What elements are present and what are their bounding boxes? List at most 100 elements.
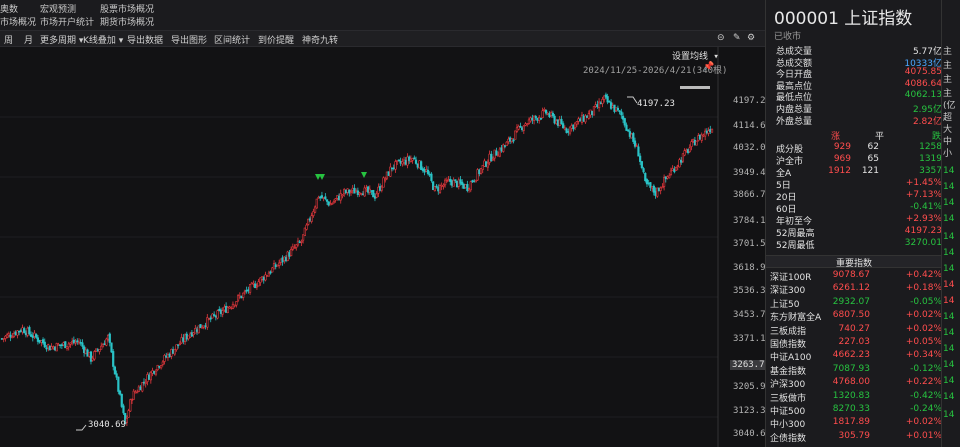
candle-body [652, 185, 655, 193]
candle-body [384, 178, 387, 181]
candle-body [651, 186, 654, 189]
candle-body [438, 185, 442, 193]
toolbar-item[interactable]: 导出图形 [171, 33, 207, 46]
candle-body [666, 176, 669, 179]
candle-body [503, 145, 507, 147]
candle-body [515, 127, 519, 132]
index-name: 三板做市 [770, 393, 807, 404]
collapse-icon[interactable]: ⊝ [717, 33, 725, 43]
toolbar-item[interactable]: 区间统计 [214, 33, 250, 46]
candle-body [698, 134, 702, 140]
candle-body [279, 258, 282, 263]
candle-body [532, 115, 536, 121]
candle-body [154, 370, 158, 375]
index-price: 1320.83 [832, 390, 870, 401]
candle-body [491, 158, 495, 161]
index-name: 深证100R [770, 273, 812, 283]
candle-body [216, 310, 219, 319]
stat-row: 最低点位 4062.13 [766, 90, 942, 103]
candle-body [633, 140, 637, 147]
candle-body [36, 337, 40, 342]
candle-body [488, 153, 491, 163]
top-link[interactable]: 奥数 [0, 2, 18, 15]
index-change: +0.02% [905, 323, 942, 334]
toolbar-item[interactable]: 到价提醒 [258, 33, 294, 46]
index-row[interactable]: 中证A100 4662.23 +0.34% [766, 350, 942, 363]
candle-body [12, 333, 16, 338]
top-link[interactable]: 市场概况 [0, 15, 36, 28]
period-value: +2.93% [905, 214, 942, 224]
candle-body [64, 341, 67, 349]
candle-body [267, 272, 270, 277]
index-row[interactable]: 中小300 1817.89 +0.02% [766, 417, 942, 430]
toolbar-item[interactable]: 周 [4, 33, 13, 46]
candle-body [307, 218, 310, 225]
candle-body [302, 234, 305, 241]
settings-icon[interactable]: ⚙ [747, 33, 755, 43]
candle-body [562, 123, 565, 129]
candle-body [387, 171, 390, 176]
candle-body [52, 346, 55, 349]
toolbar-item[interactable]: K线叠加 ▾ [83, 33, 123, 46]
stat-row: 总成交额 10333亿 [766, 56, 942, 69]
candle-body [213, 314, 216, 316]
top-link[interactable]: 期货市场概况 [100, 15, 154, 28]
index-row[interactable]: 基金指数 7087.93 -0.12% [766, 364, 942, 377]
index-row[interactable]: 沪深300 4768.00 +0.22% [766, 377, 942, 390]
candle-body [197, 325, 200, 334]
top-link[interactable]: 市场开户统计 [40, 15, 94, 28]
pen-icon[interactable]: ✎ [733, 33, 741, 43]
period-row: 52周最低 3270.01 [766, 238, 942, 251]
toolbar-item[interactable]: 神奇九转 [302, 33, 338, 46]
index-row[interactable]: 深证100R 9078.67 +0.42% [766, 270, 942, 283]
toolbar-item[interactable]: 更多周期 ▾ [40, 33, 83, 46]
candle-body [647, 182, 650, 185]
candle-body [57, 344, 60, 346]
candle-body [209, 317, 212, 320]
candle-body [108, 333, 111, 343]
candle-body [522, 125, 525, 131]
top-link[interactable]: 股票市场概况 [100, 2, 154, 15]
index-row[interactable]: 上证50 2932.07 -0.05% [766, 297, 942, 310]
toolbar-item[interactable]: 月 [24, 33, 33, 46]
candle-body [375, 193, 378, 198]
candle-body [644, 172, 647, 182]
index-change: +0.02% [905, 310, 942, 321]
breadth-row: 全A 1912 121 3357 [766, 166, 942, 179]
index-change: +0.42% [905, 270, 942, 280]
index-row[interactable]: 三板做市 1320.83 -0.42% [766, 391, 942, 404]
candle-body [377, 186, 380, 194]
index-name: 国债指数 [770, 340, 807, 350]
candle-body [390, 167, 394, 170]
candle-body [702, 134, 705, 137]
candle-body [79, 341, 82, 344]
top-link[interactable]: 宏观预测 [40, 2, 76, 15]
pin-icon[interactable]: 📌 [703, 62, 714, 72]
index-row[interactable]: 企债指数 305.79 +0.01% [766, 431, 942, 444]
index-row[interactable]: 中证500 8270.33 -0.24% [766, 404, 942, 417]
candle-body [365, 187, 368, 190]
index-row[interactable]: 国债指数 227.03 +0.05% [766, 337, 942, 350]
candle-body [250, 282, 253, 285]
candle-body [41, 339, 45, 344]
candle-body [548, 113, 551, 118]
candle-body [649, 182, 652, 188]
toolbar-item[interactable]: 导出数据 [127, 33, 163, 46]
side-strip-text: 14 [943, 328, 955, 338]
kline-chart[interactable]: 设置均线 ▾ 2024/11/25-2026/4/21(340根) 📌 4197… [0, 47, 772, 447]
candle-body [654, 190, 657, 196]
index-change: -0.12% [910, 363, 942, 374]
index-row[interactable]: 三板成指 740.27 +0.02% [766, 324, 942, 337]
candle-body [122, 405, 125, 414]
ma-settings-button[interactable]: 设置均线 ▾ [672, 49, 719, 62]
top-links-bar: 奥数 宏观预测 股票市场概况市场概况 市场开户统计 期货市场概况 [0, 0, 765, 30]
index-row[interactable]: 东方财富全A 6807.50 +0.02% [766, 310, 942, 323]
candle-body [693, 139, 696, 146]
index-price: 7087.93 [832, 363, 870, 374]
period-label: 52周最低 [776, 241, 815, 251]
candle-body [248, 284, 252, 293]
candle-body [437, 187, 440, 192]
candle-body [194, 328, 197, 334]
candle-body [363, 187, 366, 197]
index-row[interactable]: 深证300 6261.12 +0.18% [766, 283, 942, 296]
